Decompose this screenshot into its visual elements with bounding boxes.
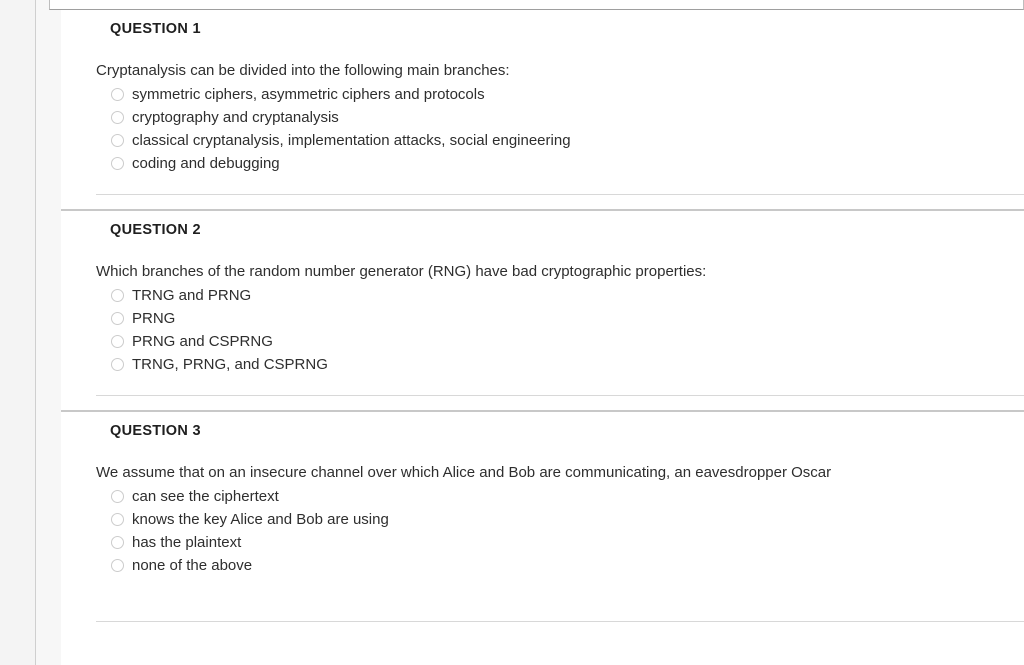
radio-button-icon[interactable] [111,536,124,550]
question-1-body: Cryptanalysis can be divided into the fo… [61,61,1024,175]
question-3-prompt: We assume that on an insecure channel ov… [96,464,832,482]
question-1-prompt: Cryptanalysis can be divided into the fo… [96,61,510,79]
option-label: coding and debugging [132,155,280,173]
question-3-option-2[interactable]: knows the key Alice and Bob are using [96,508,1024,531]
option-label: TRNG, PRNG, and CSPRNG [132,356,328,374]
question-block-3: QUESTION 3 We assume that on an insecure… [61,410,1024,623]
question-2-option-1[interactable]: TRNG and PRNG [96,284,1024,307]
question-2-bottom-spacer [61,396,1024,410]
radio-button-icon[interactable] [111,358,124,372]
question-1-option-2[interactable]: cryptography and cryptanalysis [96,106,1024,129]
option-label: none of the above [132,557,253,575]
question-1-bottom-spacer [61,195,1024,209]
page-left-margin [0,0,35,665]
question-2-option-4[interactable]: TRNG, PRNG, and CSPRNG [96,353,1024,376]
option-label: classical cryptanalysis, implementation … [132,132,571,150]
question-2-options: TRNG and PRNG PRNG PRNG and CSPRNG TRNG,… [96,284,1024,376]
option-label: symmetric ciphers, asymmetric ciphers an… [132,86,485,104]
question-1-heading: QUESTION 1 [110,21,201,37]
option-label: PRNG [132,310,176,328]
radio-button-icon[interactable] [111,289,124,303]
question-2-option-2[interactable]: PRNG [96,307,1024,330]
option-label: has the plaintext [132,534,242,552]
question-block-2: QUESTION 2 Which branches of the random … [61,209,1024,411]
radio-button-icon[interactable] [111,134,124,148]
question-2-heading: QUESTION 2 [110,222,201,239]
question-3-spacer [61,577,1024,599]
question-2-spacer [61,376,1024,395]
radio-button-icon[interactable] [111,513,124,527]
question-3-spacer-2 [61,599,1024,621]
question-1-option-4[interactable]: coding and debugging [96,152,1024,175]
test-header-container [49,0,1024,10]
question-3-options: can see the ciphertext knows the key Ali… [96,485,1024,577]
question-list: QUESTION 1 Cryptanalysis can be divided … [61,10,1024,623]
option-label: TRNG and PRNG [132,287,252,305]
radio-button-icon[interactable] [111,312,124,326]
radio-button-icon[interactable] [111,88,124,102]
question-3-body: We assume that on an insecure channel ov… [61,463,1024,577]
radio-button-icon[interactable] [111,559,124,573]
option-label: can see the ciphertext [132,488,279,506]
question-3-option-3[interactable]: has the plaintext [96,531,1024,554]
question-2-prompt: Which branches of the random number gene… [96,262,707,280]
quiz-page: QUESTION 1 Cryptanalysis can be divided … [0,0,1024,665]
question-3-option-1[interactable]: can see the ciphertext [96,485,1024,508]
question-block-1: QUESTION 1 Cryptanalysis can be divided … [61,10,1024,210]
question-1-options: symmetric ciphers, asymmetric ciphers an… [96,83,1024,175]
radio-button-icon[interactable] [111,157,124,171]
question-2-body: Which branches of the random number gene… [61,262,1024,376]
question-1-option-1[interactable]: symmetric ciphers, asymmetric ciphers an… [96,83,1024,106]
radio-button-icon[interactable] [111,335,124,349]
option-label: cryptography and cryptanalysis [132,109,339,127]
question-3-option-4[interactable]: none of the above [96,554,1024,577]
option-label: PRNG and CSPRNG [132,333,273,351]
option-label: knows the key Alice and Bob are using [132,511,389,529]
question-3-heading: QUESTION 3 [110,423,201,440]
content-left-gutter [36,0,61,665]
question-3-footer-rule [96,621,1024,623]
radio-button-icon[interactable] [111,490,124,504]
question-1-spacer [61,175,1024,194]
question-1-option-3[interactable]: classical cryptanalysis, implementation … [96,129,1024,152]
question-2-option-3[interactable]: PRNG and CSPRNG [96,330,1024,353]
radio-button-icon[interactable] [111,111,124,125]
